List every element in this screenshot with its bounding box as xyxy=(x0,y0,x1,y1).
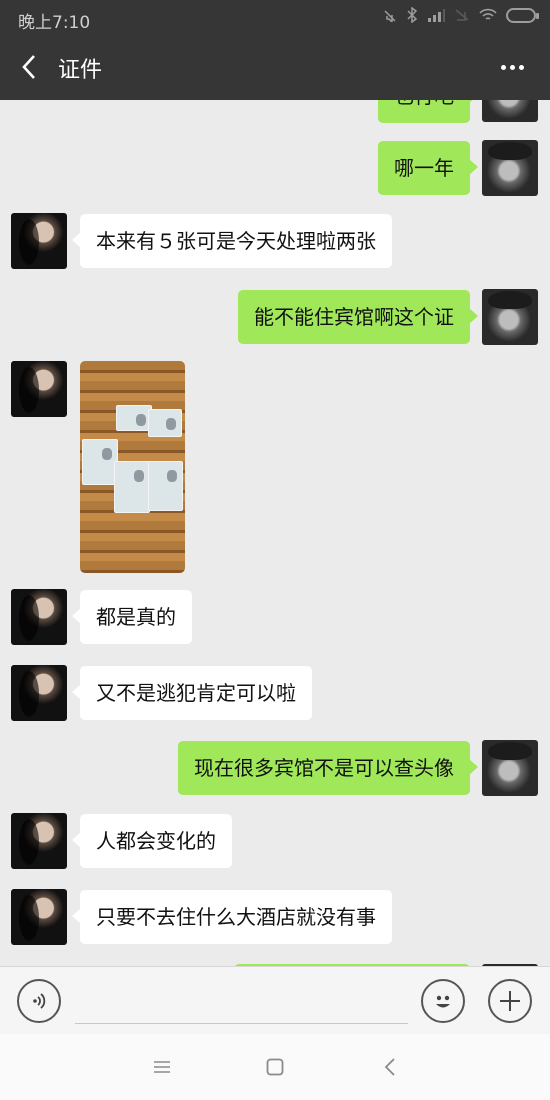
plus-icon xyxy=(500,991,520,1011)
more-dots-icon xyxy=(500,64,506,70)
contact-avatar[interactable] xyxy=(11,361,67,417)
incoming-message[interactable]: 又不是逃犯肯定可以啦 xyxy=(72,666,312,720)
contact-avatar[interactable] xyxy=(11,589,67,645)
chevron-left-icon xyxy=(22,55,35,79)
battery-charging-icon xyxy=(506,7,539,23)
id-card-image xyxy=(82,439,118,485)
voice-button[interactable] xyxy=(17,979,61,1023)
wifi-icon xyxy=(479,8,497,20)
home-button[interactable] xyxy=(260,1052,290,1082)
id-card-image xyxy=(116,405,152,431)
status-bar: 晚上7:10 xyxy=(0,0,550,36)
my-avatar[interactable] xyxy=(482,100,538,122)
contact-avatar[interactable] xyxy=(11,213,67,269)
outgoing-message[interactable]: 现在很多宾馆不是可以查头像 xyxy=(178,741,478,795)
input-bar xyxy=(0,966,550,1035)
back-button[interactable] xyxy=(12,50,46,84)
status-icons xyxy=(383,7,539,23)
status-time: 晚上7:10 xyxy=(18,13,91,33)
my-avatar[interactable] xyxy=(482,289,538,345)
incoming-message[interactable]: 都是真的 xyxy=(72,590,192,644)
bluetooth-icon xyxy=(407,7,418,23)
emoji-button[interactable] xyxy=(421,979,465,1023)
id-card-image xyxy=(114,461,150,513)
image-message[interactable] xyxy=(80,361,185,573)
my-avatar[interactable] xyxy=(482,140,538,196)
more-functions-button[interactable] xyxy=(488,979,532,1023)
incoming-message[interactable]: 本来有５张可是今天处理啦两张 xyxy=(72,214,392,268)
incoming-message[interactable]: 人都会变化的 xyxy=(72,814,232,868)
incoming-message[interactable]: 只要不去住什么大酒店就没有事 xyxy=(72,890,392,944)
contact-avatar[interactable] xyxy=(11,665,67,721)
signal-icon xyxy=(428,9,445,22)
nav-back-button[interactable] xyxy=(375,1052,405,1082)
emoji-icon xyxy=(436,995,450,1008)
my-avatar[interactable] xyxy=(482,740,538,796)
id-card-image xyxy=(148,409,182,437)
back-icon xyxy=(384,1058,395,1076)
no-sim-icon xyxy=(455,9,469,21)
contact-avatar[interactable] xyxy=(11,813,67,869)
outgoing-message[interactable]: 哪一年 xyxy=(378,141,478,195)
more-button[interactable] xyxy=(492,50,532,84)
contact-avatar[interactable] xyxy=(11,889,67,945)
chat-header: 证件 xyxy=(0,36,550,100)
id-card-image xyxy=(148,461,183,511)
outgoing-message[interactable]: 能不能住宾馆啊这个证 xyxy=(238,290,478,344)
outgoing-message[interactable]: 也行吧 xyxy=(378,100,478,123)
system-navigation-bar xyxy=(0,1034,550,1100)
menu-icon xyxy=(154,1061,170,1073)
chat-history[interactable]: 也行吧 哪一年 本来有５张可是今天处理啦两张 能不能住宾馆啊这个证 都是真的 又… xyxy=(0,100,550,966)
message-input[interactable] xyxy=(75,977,408,1024)
mute-icon xyxy=(384,10,396,22)
menu-button[interactable] xyxy=(147,1052,177,1082)
voice-icon xyxy=(33,993,46,1009)
chat-title: 证件 xyxy=(58,58,103,83)
home-icon xyxy=(266,1058,284,1076)
